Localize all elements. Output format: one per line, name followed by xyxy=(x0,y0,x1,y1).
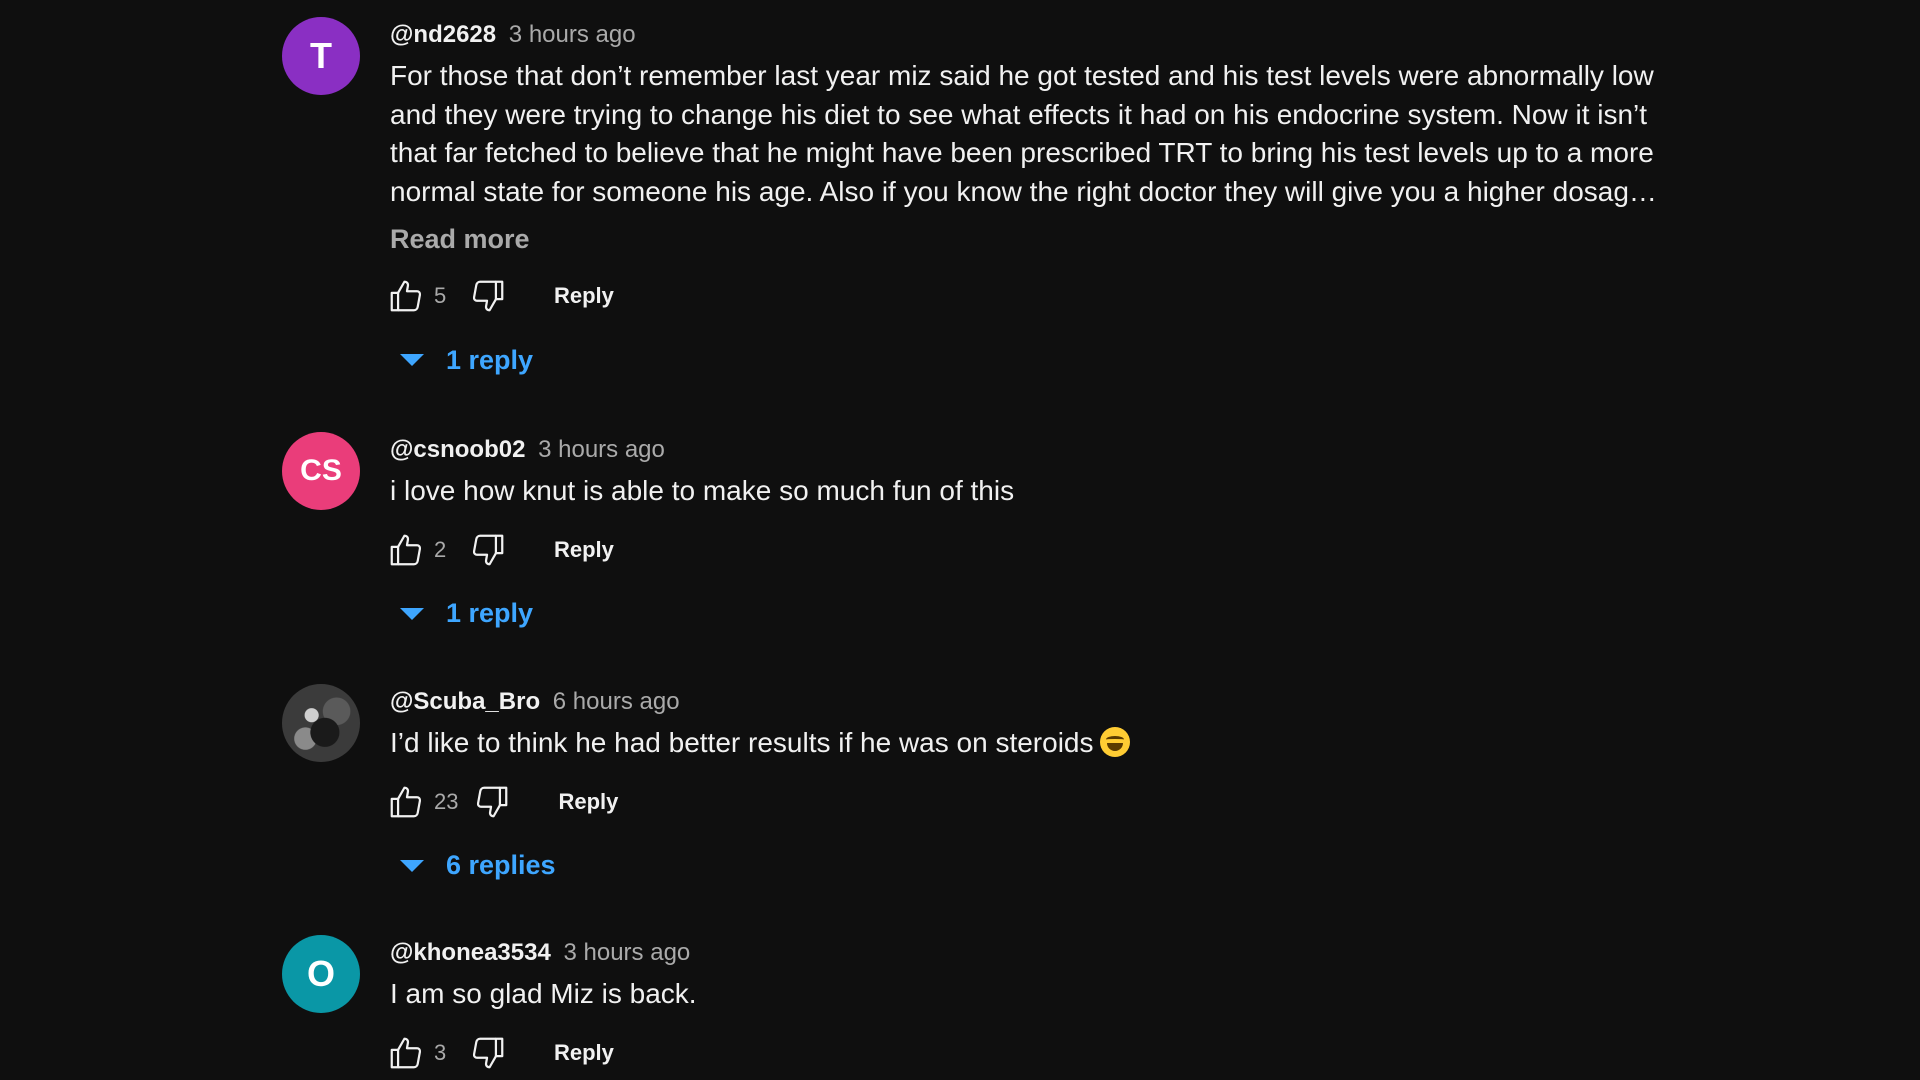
comment-header: @Scuba_Bro 6 hours ago xyxy=(390,684,1680,720)
thumbs-down-icon[interactable] xyxy=(466,274,510,318)
comment-text-content: I’d like to think he had better results … xyxy=(390,727,1094,758)
comment-body: @nd2628 3 hours ago For those that don’t… xyxy=(390,17,1680,385)
caret-down-icon xyxy=(400,607,424,620)
laughing-emoji-icon xyxy=(1099,727,1130,757)
comment-actions: 23 Reply xyxy=(384,777,1680,827)
author-name[interactable]: @khonea3534 xyxy=(390,939,551,966)
avatar[interactable]: T xyxy=(282,17,360,95)
comment-time[interactable]: 3 hours ago xyxy=(509,21,636,48)
caret-down-icon xyxy=(400,354,424,366)
replies-count-label: 1 reply xyxy=(446,344,534,375)
thumbs-up-icon[interactable] xyxy=(384,528,428,572)
comment-actions: 2 Reply xyxy=(384,525,1680,575)
comment-text: I’d like to think he had better results … xyxy=(390,724,1680,763)
reply-button[interactable]: Reply xyxy=(554,283,614,309)
comment-body: @csnoob02 3 hours ago i love how knut is… xyxy=(390,432,1680,639)
author-name[interactable]: @csnoob02 xyxy=(390,436,525,463)
thumbs-up-icon[interactable] xyxy=(384,780,428,824)
comment-header: @khonea3534 3 hours ago xyxy=(390,935,1680,971)
like-count: 2 xyxy=(434,536,447,562)
thumbs-down-icon[interactable] xyxy=(470,780,514,824)
thumbs-up-icon[interactable] xyxy=(384,1031,428,1075)
reply-button[interactable]: Reply xyxy=(554,537,614,563)
comment-time[interactable]: 3 hours ago xyxy=(538,436,665,463)
caret-down-icon xyxy=(400,859,424,872)
read-more-button[interactable]: Read more xyxy=(390,221,1680,257)
like-count: 5 xyxy=(434,283,447,308)
comment-actions: 5 Reply xyxy=(384,271,1680,321)
comment-text: For those that don’t remember last year … xyxy=(390,60,1657,207)
avatar[interactable]: CS xyxy=(282,432,360,510)
replies-count-label: 6 replies xyxy=(446,850,556,880)
comment-text: I am so glad Miz is back. xyxy=(390,978,697,1009)
author-name[interactable]: @Scuba_Bro xyxy=(390,688,540,715)
like-count: 23 xyxy=(434,788,459,814)
avatar[interactable]: O xyxy=(282,935,360,1013)
thumbs-down-icon[interactable] xyxy=(466,528,510,572)
reply-button[interactable]: Reply xyxy=(558,789,618,815)
view-replies-button[interactable]: 1 reply xyxy=(400,335,1680,385)
comment-header: @csnoob02 3 hours ago xyxy=(390,432,1680,468)
author-name[interactable]: @nd2628 xyxy=(390,21,496,48)
view-replies-button[interactable]: 6 replies xyxy=(400,841,1680,891)
comment-header: @nd2628 3 hours ago xyxy=(390,17,1680,53)
thumbs-down-icon[interactable] xyxy=(466,1031,510,1075)
comment-text: i love how knut is able to make so much … xyxy=(390,475,1015,506)
avatar[interactable] xyxy=(282,684,360,762)
thumbs-up-icon[interactable] xyxy=(384,274,428,318)
like-count: 3 xyxy=(434,1039,447,1065)
comment-body: @khonea3534 3 hours ago I am so glad Miz… xyxy=(390,935,1680,1078)
comment-actions: 3 Reply xyxy=(384,1028,1680,1078)
replies-count-label: 1 reply xyxy=(446,598,534,628)
reply-button[interactable]: Reply xyxy=(554,1040,614,1066)
comment-time[interactable]: 3 hours ago xyxy=(564,939,691,966)
view-replies-button[interactable]: 1 reply xyxy=(400,589,1680,639)
comment-body: @Scuba_Bro 6 hours ago I’d like to think… xyxy=(390,684,1680,891)
comment-time[interactable]: 6 hours ago xyxy=(553,688,680,715)
